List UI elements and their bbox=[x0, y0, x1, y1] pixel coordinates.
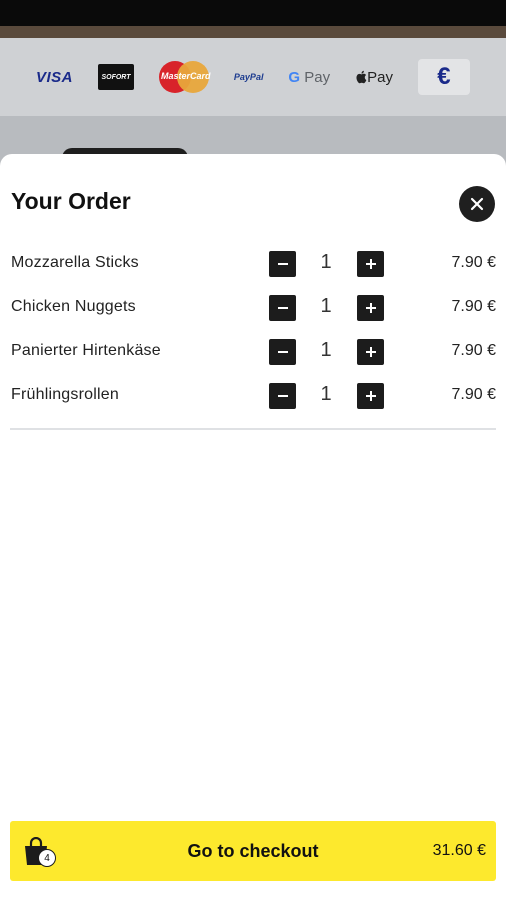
item-price: 7.90 € bbox=[451, 386, 496, 403]
item-name: Panierter Hirtenkäse bbox=[11, 342, 161, 359]
item-name: Frühlingsrollen bbox=[11, 386, 119, 403]
minus-icon bbox=[277, 351, 288, 353]
item-quantity: 1 bbox=[320, 251, 332, 273]
decrease-quantity-button[interactable] bbox=[269, 295, 296, 321]
apple-icon bbox=[356, 70, 367, 84]
order-title: Your Order bbox=[11, 188, 131, 214]
decrease-quantity-button[interactable] bbox=[269, 383, 296, 409]
item-quantity: 1 bbox=[320, 295, 332, 317]
plus-icon bbox=[365, 391, 376, 401]
increase-quantity-button[interactable] bbox=[357, 339, 384, 365]
item-price: 7.90 € bbox=[451, 254, 496, 271]
google-pay-logo: G Pay bbox=[288, 68, 331, 86]
paypal-logo: PayPal bbox=[233, 72, 264, 82]
increase-quantity-button[interactable] bbox=[357, 295, 384, 321]
apple-pay-logo: Pay bbox=[355, 69, 393, 86]
mastercard-logo: MasterCard bbox=[158, 61, 210, 93]
euro-currency-button[interactable]: € bbox=[417, 59, 470, 95]
minus-icon bbox=[277, 395, 288, 397]
close-button[interactable] bbox=[459, 186, 495, 222]
order-item: Frühlingsrollen 1 7.90 € bbox=[0, 381, 506, 411]
item-quantity: 1 bbox=[320, 383, 332, 405]
checkout-label: Go to checkout bbox=[187, 841, 319, 861]
increase-quantity-button[interactable] bbox=[357, 251, 384, 277]
bottom-safe-area bbox=[0, 881, 506, 900]
plus-icon bbox=[365, 303, 376, 313]
checkout-total: 31.60 € bbox=[432, 842, 486, 859]
status-bar bbox=[0, 0, 506, 26]
plus-icon bbox=[365, 259, 376, 269]
item-quantity: 1 bbox=[320, 339, 332, 361]
checkout-button[interactable]: 4 Go to checkout 31.60 € bbox=[10, 821, 496, 881]
order-item: Chicken Nuggets 1 7.90 € bbox=[0, 293, 506, 323]
decrease-quantity-button[interactable] bbox=[269, 339, 296, 365]
order-divider bbox=[10, 428, 496, 430]
visa-logo: VISA bbox=[36, 68, 74, 86]
plus-icon bbox=[365, 347, 376, 357]
item-price: 7.90 € bbox=[451, 342, 496, 359]
increase-quantity-button[interactable] bbox=[357, 383, 384, 409]
payment-methods-bar: VISA SOFORT MasterCard PayPal G Pay Pay … bbox=[0, 38, 506, 116]
item-price: 7.90 € bbox=[451, 298, 496, 315]
item-name: Chicken Nuggets bbox=[11, 298, 136, 315]
minus-icon bbox=[277, 307, 288, 309]
order-item: Panierter Hirtenkäse 1 7.90 € bbox=[0, 337, 506, 367]
item-name: Mozzarella Sticks bbox=[11, 254, 139, 271]
decrease-quantity-button[interactable] bbox=[269, 251, 296, 277]
sofort-logo: SOFORT bbox=[97, 64, 134, 90]
minus-icon bbox=[277, 263, 288, 265]
order-item: Mozzarella Sticks 1 7.90 € bbox=[0, 249, 506, 279]
close-icon bbox=[470, 197, 484, 211]
header-strip bbox=[0, 26, 506, 38]
